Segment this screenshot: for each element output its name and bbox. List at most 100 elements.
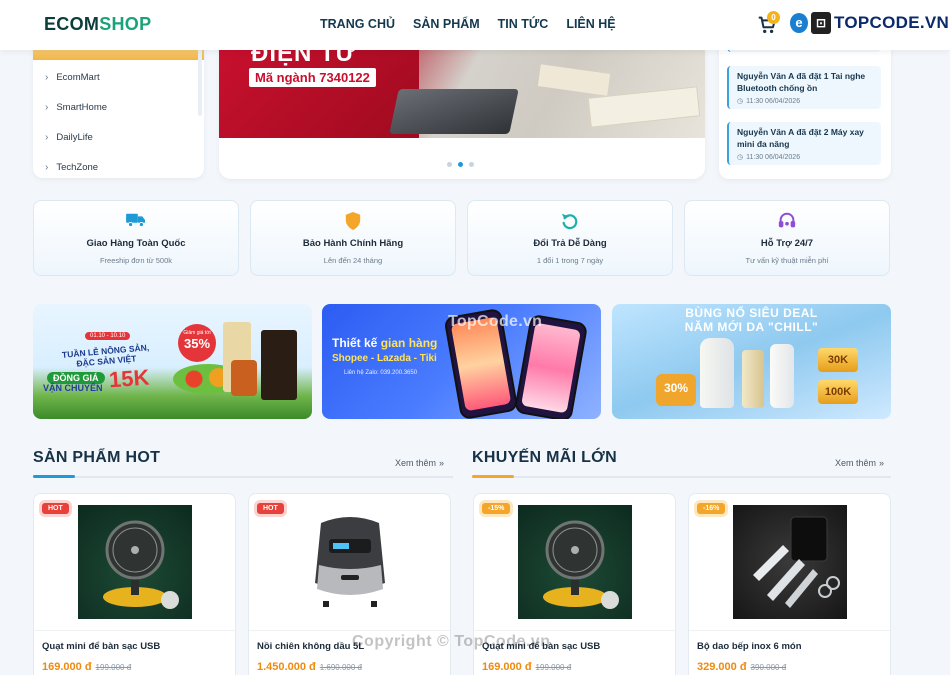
bottle-image [742,350,764,408]
category-label: SmartHome [56,102,108,113]
slider-dots [447,162,474,167]
promo-skincare-discount: 30% [656,374,696,406]
site-header: ECOMSHOP TRANG CHỦ SẢN PHẨM TIN TỨC LIÊN… [0,0,950,50]
service-title: Đổi Trả Dễ Dàng [533,238,607,249]
hero-code: Mã ngành 7340122 [249,68,376,87]
product-image [518,505,632,619]
promo-design-platforms: Shopee - Lazada - Tiki [332,353,437,364]
promo-design-contact: Liên hệ Zalo: 039.200.3650 [344,370,418,376]
headset-icon [778,212,796,228]
clock-icon: ◷ [737,98,744,105]
topcode-watermark-logo: e ⊡ TOPCODE.VN [790,12,949,34]
service-subtitle: Lên đến 24 tháng [323,256,383,265]
product-old-price: 199.000 đ [95,663,132,672]
nav-home[interactable]: TRANG CHỦ [320,17,395,31]
slider-dot-1[interactable] [447,162,452,167]
hero-slider[interactable]: ĐIỆN TỬ Mã ngành 7340122 [219,44,705,179]
discount-badge: -16% [697,503,726,514]
truck-icon [126,213,145,228]
site-logo[interactable]: ECOMSHOP [44,14,151,35]
product-price: 1.450.000 đ 1.690.000 đ [257,661,362,673]
category-item-ecommart[interactable]: › EcomMart [45,72,100,83]
nav-contact[interactable]: LIÊN HỆ [566,17,615,31]
cart-count-badge: 0 [767,11,780,24]
category-label: DailyLife [56,132,93,143]
voucher-tag: 30K [818,348,858,372]
feed-item: Nguyễn Văn A đã đặt 2 Máy xay mini đa nă… [727,122,881,165]
category-menu: › EcomMart › SmartHome › DailyLife › Tec… [33,44,204,178]
watermark-e-icon: e [790,13,808,33]
product-name[interactable]: Nồi chiên không dầu 5L [257,641,364,652]
product-name[interactable]: Bộ dao bếp inox 6 món [697,641,802,652]
category-scrollbar[interactable] [198,46,202,116]
product-image [733,505,847,619]
promo-skincare-title: BÙNG NỔ SIÊU DEAL NĂM MỚI DA "CHILL" [684,306,819,334]
product-old-price: 199.000 đ [535,663,572,672]
promo-banner-skincare[interactable]: BÙNG NỔ SIÊU DEAL NĂM MỚI DA "CHILL" 30%… [612,304,891,419]
logo-part-b: SHOP [99,14,152,34]
category-label: TechZone [56,162,99,173]
product-card[interactable]: HOT Quạt mini để bàn sạc USB 169.000 đ 19… [33,493,236,675]
double-chevron-icon: » [439,458,445,468]
double-chevron-icon: » [879,458,885,468]
nav-products[interactable]: SẢN PHẨM [413,17,480,31]
slider-dot-2[interactable] [458,162,463,167]
hot-badge: HOT [42,503,69,514]
hot-badge: HOT [257,503,284,514]
service-title: Giao Hàng Toàn Quốc [86,238,186,249]
product-old-price: 1.690.000 đ [319,663,362,672]
service-support: Hỗ Trợ 24/7 Tư vấn kỹ thuật miễn phí [684,200,890,276]
promo-banner-agriculture[interactable]: 01.10 - 10.10 TUẦN LỄ NÔNG SẢN, ĐẶC SẢN … [33,304,312,419]
promo-date: 01.10 - 10.10 [85,332,131,340]
section-divider [33,476,453,478]
section-accent [472,475,514,478]
category-item-smarthome[interactable]: › SmartHome [45,102,107,113]
discount-badge: -15% [482,503,511,514]
feed-item-time: ◷ 11:30 06/04/2026 [737,97,801,106]
service-subtitle: 1 đổi 1 trong 7 ngày [536,256,604,265]
product-price: 169.000 đ 199.000 đ [482,661,572,673]
promo-design-title: Thiết kế gian hàng [332,336,438,350]
main-nav: TRANG CHỦ SẢN PHẨM TIN TỨC LIÊN HỆ [320,17,616,31]
watermark-box-icon: ⊡ [811,12,831,34]
section-accent [33,475,75,478]
service-shipping: Giao Hàng Toàn Quốc Freeship đơn từ 500k [33,200,239,276]
promo-van-chuyen: VẬN CHUYỂN [43,383,103,393]
see-more-sale-link[interactable]: Xem thêm » [835,458,884,468]
feed-item-text: Nguyễn Văn A đã đặt 1 Tai nghe Bluetooth… [737,71,866,93]
watermark-logo-text: TOPCODE.VN [834,13,950,32]
center-watermark: TopCode.vn [448,313,543,330]
feed-item: Nguyễn Văn A đã đặt 1 Tai nghe Bluetooth… [727,66,881,109]
service-return: Đổi Trả Dễ Dàng 1 đổi 1 trong 7 ngày [467,200,673,276]
voucher-tag: 100K [818,380,858,404]
chevron-right-icon: › [45,102,49,113]
product-price: 329.000 đ 390.000 đ [697,661,787,673]
chevron-right-icon: › [45,132,49,143]
product-card[interactable]: -16% Bộ dao bếp inox 6 món 329.000 đ 390.… [688,493,891,675]
shield-icon [345,212,361,230]
chevron-right-icon: › [45,72,49,83]
nav-news[interactable]: TIN TỨC [498,17,549,31]
category-label: EcomMart [56,72,100,83]
return-icon [561,213,578,230]
slider-dot-3[interactable] [469,162,474,167]
section-title-hot: SẢN PHẨM HOT [33,449,161,466]
bottle-image [700,338,734,408]
discount-circle: Giảm giá tới 35% [178,324,216,362]
service-title: Bảo Hành Chính Hãng [302,238,404,249]
product-price: 169.000 đ 199.000 đ [42,661,132,673]
service-warranty: Bảo Hành Chính Hãng Lên đến 24 tháng [250,200,456,276]
category-item-techzone[interactable]: › TechZone [45,162,98,173]
product-name[interactable]: Quạt mini để bàn sạc USB [42,641,160,652]
see-more-hot-link[interactable]: Xem thêm » [395,458,444,468]
service-title: Hỗ Trợ 24/7 [760,238,814,249]
category-item-dailylife[interactable]: › DailyLife [45,132,93,143]
product-image [293,505,407,619]
logo-part-a: ECOM [44,14,100,34]
hero-slide-image: ĐIỆN TỬ Mã ngành 7340122 [219,44,705,138]
feed-item-text: Nguyễn Văn A đã đặt 2 Máy xay mini đa nă… [737,127,864,149]
feed-item-time: ◷ 11:30 06/04/2026 [737,153,801,162]
product-jar-image [231,360,257,396]
recent-orders-feed: Nguyễn Văn A đã đặt 1 Tai nghe Bluetooth… [719,44,891,179]
service-subtitle: Tư vấn kỹ thuật miễn phí [745,256,829,265]
